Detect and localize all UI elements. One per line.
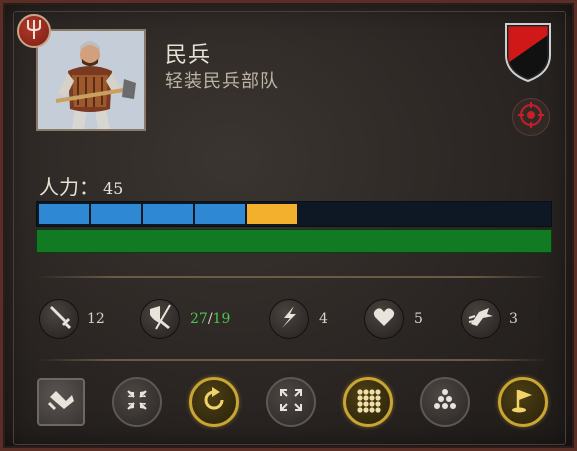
charge-icon (467, 304, 495, 334)
faction-shield[interactable] (503, 21, 553, 83)
pitchfork-icon (23, 18, 45, 44)
faction-shield-icon (505, 23, 551, 83)
wedge-formation-icon (432, 388, 458, 416)
manpower-segment (247, 204, 297, 224)
manpower-segment-bar (36, 201, 552, 227)
rotate-button[interactable] (189, 377, 239, 427)
tighten-formation-button[interactable] (112, 377, 162, 427)
defense-value: 27/19 (190, 311, 231, 327)
charge-stat[interactable] (461, 299, 501, 339)
charge-value: 3 (509, 311, 518, 327)
loose-formation-button[interactable] (266, 377, 316, 427)
target-button[interactable] (512, 98, 550, 136)
melee-attack-stat[interactable] (39, 299, 79, 339)
lightning-icon (276, 304, 302, 334)
unit-type: 轻装民兵部队 (165, 71, 279, 92)
rally-flag-button[interactable] (498, 377, 548, 427)
unit-card-panel: 民兵 轻装民兵部队 人力： 45 12 27/19 4 5 3 (0, 0, 577, 451)
shield-sword-icon (146, 303, 174, 335)
guard-mode-icon (46, 387, 76, 417)
manpower-segment (39, 204, 89, 224)
guard-mode-button[interactable] (37, 378, 85, 426)
manpower-label: 人力： (39, 175, 99, 199)
morale-stat[interactable] (364, 299, 404, 339)
crosshair-icon (518, 102, 544, 132)
unit-name: 民兵 (165, 43, 212, 68)
heart-icon (371, 304, 397, 334)
loose-formation-icon (278, 387, 304, 417)
rotate-icon (200, 386, 228, 418)
rally-flag-icon (510, 386, 536, 418)
speed-stat[interactable] (269, 299, 309, 339)
square-formation-button[interactable] (343, 377, 393, 427)
sword-icon (46, 304, 72, 334)
manpower-value: 45 (103, 179, 124, 198)
manpower-segment (195, 204, 245, 224)
square-formation-icon (355, 387, 381, 417)
militia-soldier-illustration (38, 31, 144, 129)
unit-portrait[interactable] (36, 29, 146, 131)
wedge-formation-button[interactable] (420, 377, 470, 427)
divider (36, 276, 549, 278)
tighten-formation-icon (124, 387, 150, 417)
speed-value: 4 (319, 311, 328, 327)
melee-attack-value: 12 (87, 311, 105, 327)
unit-class-badge (17, 14, 51, 48)
unit-health-bar (36, 229, 552, 253)
manpower-segment (91, 204, 141, 224)
morale-value: 5 (414, 311, 423, 327)
manpower-row: 人力： 45 (39, 171, 123, 200)
divider (36, 359, 549, 361)
manpower-segment (143, 204, 193, 224)
defense-stat[interactable] (140, 299, 180, 339)
